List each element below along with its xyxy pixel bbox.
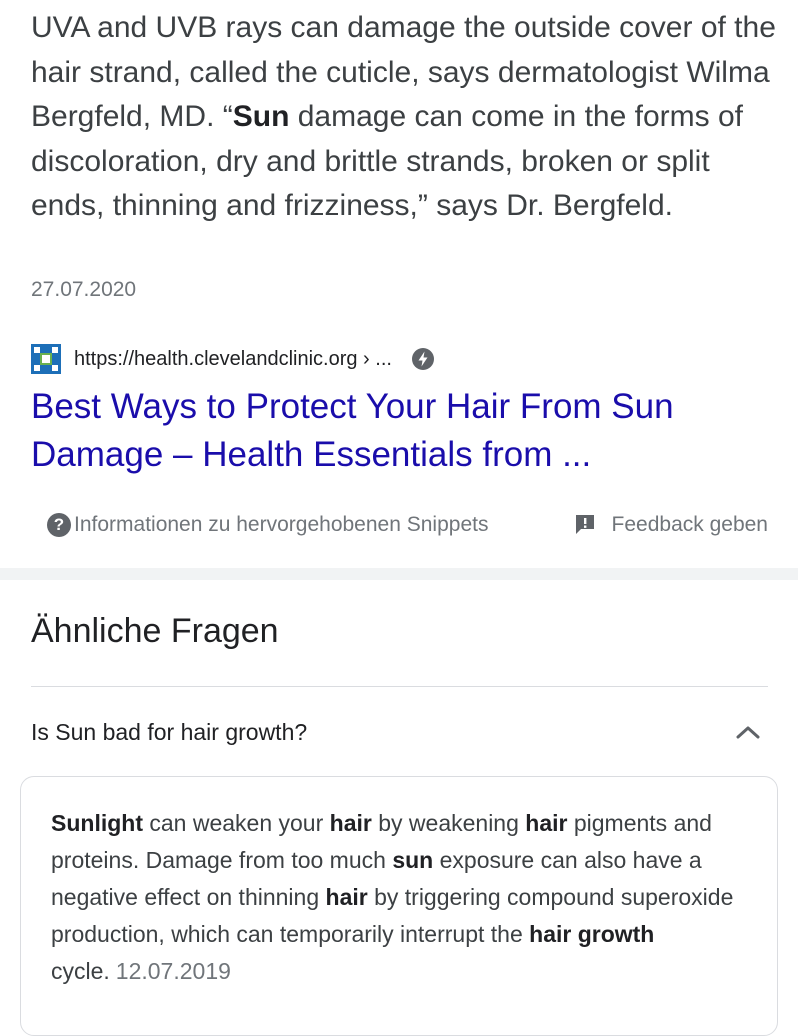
feedback-label: Feedback geben <box>611 513 768 536</box>
cleveland-clinic-favicon-icon <box>31 344 61 374</box>
feedback-button[interactable]: Feedback geben <box>575 513 768 537</box>
featured-snippet-text: UVA and UVB rays can damage the outside … <box>31 6 776 229</box>
answer-text-part: can weaken your <box>142 810 330 836</box>
answer-date: 12.07.2019 <box>115 958 231 984</box>
feedback-icon <box>575 514 595 536</box>
answer-highlight: hair growth <box>529 921 655 947</box>
answer-highlight: sun <box>392 847 434 873</box>
snippet-date: 27.07.2020 <box>31 278 137 301</box>
snippet-highlight: Sun <box>232 100 290 133</box>
amp-lightning-icon <box>411 348 434 370</box>
related-question-toggle[interactable]: Is Sun bad for hair growth? <box>31 706 761 758</box>
related-answer-text: Sunlight can weaken your hair by weakeni… <box>51 805 751 990</box>
snippet-info-link[interactable]: ? Informationen zu hervorgehobenen Snipp… <box>47 513 488 537</box>
answer-highlight: Sunlight <box>51 810 143 836</box>
snippet-footer: ? Informationen zu hervorgehobenen Snipp… <box>47 508 768 542</box>
section-separator <box>0 568 798 580</box>
answer-highlight: hair <box>329 810 372 836</box>
result-url[interactable]: https://health.clevelandclinic.org › ... <box>74 348 392 371</box>
answer-highlight: hair <box>325 884 368 910</box>
snippet-info-label: Informationen zu hervorgehobenen Snippet… <box>74 513 489 536</box>
result-source[interactable]: https://health.clevelandclinic.org › ... <box>31 343 434 375</box>
related-questions-heading: Ähnliche Fragen <box>31 612 279 650</box>
answer-text-part: cycle. <box>51 958 110 984</box>
chevron-up-icon[interactable] <box>735 724 761 740</box>
divider <box>31 686 768 687</box>
related-question-text: Is Sun bad for hair growth? <box>31 718 308 745</box>
answer-text-part: by weakening <box>371 810 526 836</box>
result-title-link[interactable]: Best Ways to Protect Your Hair From Sun … <box>31 383 771 479</box>
help-icon: ? <box>47 513 71 537</box>
related-answer-card: Sunlight can weaken your hair by weakeni… <box>20 776 778 1036</box>
answer-highlight: hair <box>525 810 568 836</box>
